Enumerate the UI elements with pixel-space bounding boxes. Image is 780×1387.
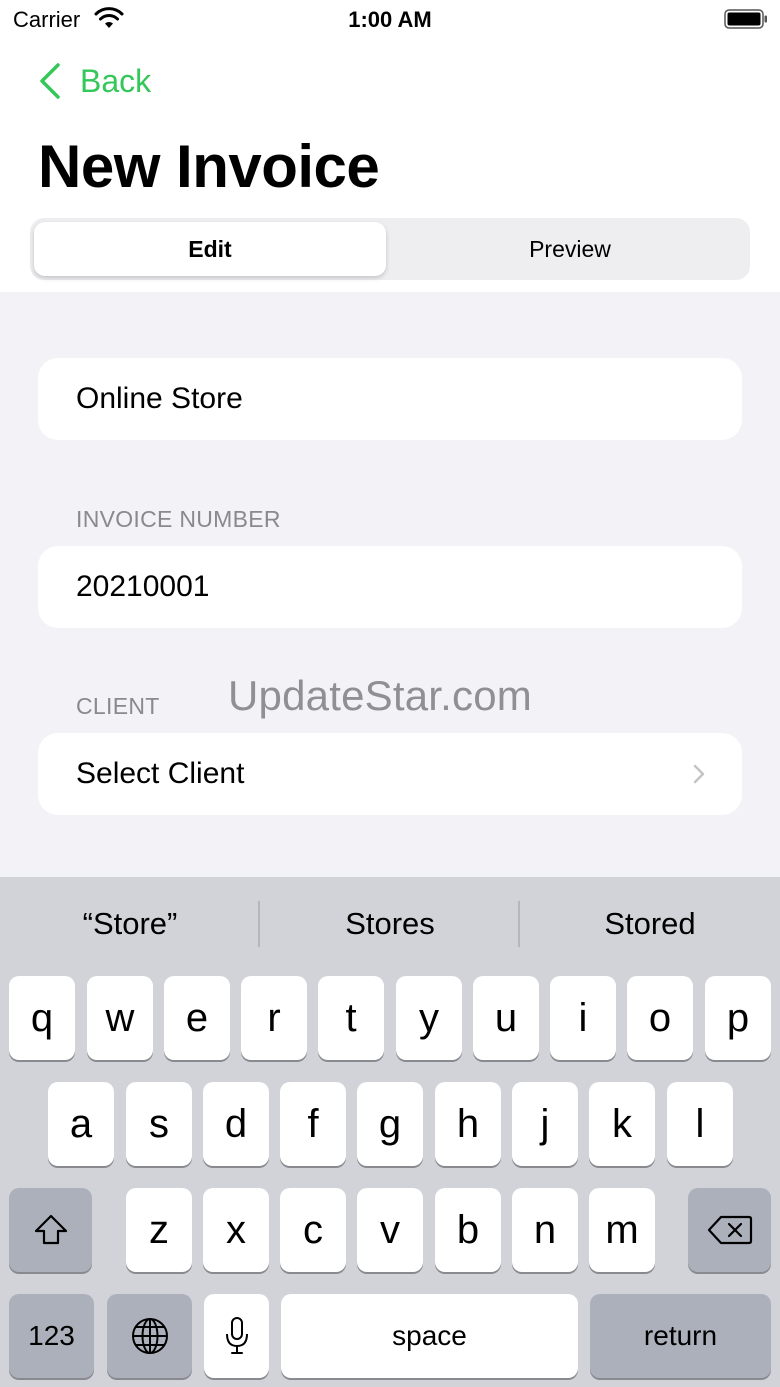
client-label: CLIENT — [76, 693, 160, 719]
chevron-right-icon — [693, 764, 705, 784]
status-bar: Carrier 1:00 AM — [0, 0, 780, 40]
key-d[interactable]: d — [203, 1082, 269, 1166]
page-title: New Invoice — [38, 133, 380, 200]
key-o[interactable]: o — [627, 976, 693, 1060]
key-s[interactable]: s — [126, 1082, 192, 1166]
key-q[interactable]: q — [9, 976, 75, 1060]
backspace-icon — [707, 1215, 752, 1245]
suggestion-divider — [518, 901, 520, 947]
numbers-key[interactable]: 123 — [9, 1294, 94, 1378]
microphone-key[interactable] — [204, 1294, 269, 1378]
suggestion-3[interactable]: Stored — [521, 877, 779, 971]
select-client-label: Select Client — [76, 757, 245, 790]
return-key[interactable]: return — [590, 1294, 771, 1378]
key-x[interactable]: x — [203, 1188, 269, 1272]
key-e[interactable]: e — [164, 976, 230, 1060]
back-label: Back — [80, 62, 152, 99]
key-u[interactable]: u — [473, 976, 539, 1060]
key-m[interactable]: m — [589, 1188, 655, 1272]
key-b[interactable]: b — [435, 1188, 501, 1272]
invoice-number-value: 20210001 — [76, 570, 210, 603]
clock: 1:00 AM — [348, 7, 432, 32]
key-i[interactable]: i — [550, 976, 616, 1060]
keyboard: “Store” Stores Stored q w e r t y u i o … — [0, 877, 780, 1387]
key-p[interactable]: p — [705, 976, 771, 1060]
back-button[interactable]: Back — [36, 58, 151, 104]
key-k[interactable]: k — [589, 1082, 655, 1166]
key-a[interactable]: a — [48, 1082, 114, 1166]
edit-preview-segmented-control: Edit Preview — [30, 218, 750, 280]
key-l[interactable]: l — [667, 1082, 733, 1166]
backspace-key[interactable] — [688, 1188, 771, 1272]
store-name-value: Online Store — [76, 382, 243, 415]
key-j[interactable]: j — [512, 1082, 578, 1166]
key-g[interactable]: g — [357, 1082, 423, 1166]
globe-key[interactable] — [107, 1294, 192, 1378]
store-name-field[interactable]: Online Store — [38, 358, 742, 440]
segment-edit[interactable]: Edit — [34, 222, 386, 276]
shift-key[interactable] — [9, 1188, 92, 1272]
suggestion-1[interactable]: “Store” — [1, 877, 259, 971]
key-t[interactable]: t — [318, 976, 384, 1060]
watermark: UpdateStar.com — [228, 672, 532, 719]
key-f[interactable]: f — [280, 1082, 346, 1166]
globe-icon — [131, 1318, 168, 1354]
select-client-row[interactable]: Select Client — [38, 733, 742, 815]
key-y[interactable]: y — [396, 976, 462, 1060]
invoice-form: Online Store INVOICE NUMBER 20210001 CLI… — [0, 292, 780, 877]
key-n[interactable]: n — [512, 1188, 578, 1272]
key-r[interactable]: r — [241, 976, 307, 1060]
invoice-number-field[interactable]: 20210001 — [38, 546, 742, 628]
key-z[interactable]: z — [126, 1188, 192, 1272]
key-h[interactable]: h — [435, 1082, 501, 1166]
suggestion-2[interactable]: Stores — [261, 877, 519, 971]
microphone-icon — [225, 1317, 248, 1354]
key-w[interactable]: w — [87, 976, 153, 1060]
key-v[interactable]: v — [357, 1188, 423, 1272]
space-key[interactable]: space — [281, 1294, 578, 1378]
chevron-left-icon — [40, 63, 60, 99]
suggestion-divider — [258, 901, 260, 947]
key-c[interactable]: c — [280, 1188, 346, 1272]
segment-preview[interactable]: Preview — [394, 222, 746, 276]
shift-icon — [34, 1214, 67, 1245]
invoice-number-label: INVOICE NUMBER — [76, 506, 281, 532]
battery-icon — [724, 9, 767, 29]
